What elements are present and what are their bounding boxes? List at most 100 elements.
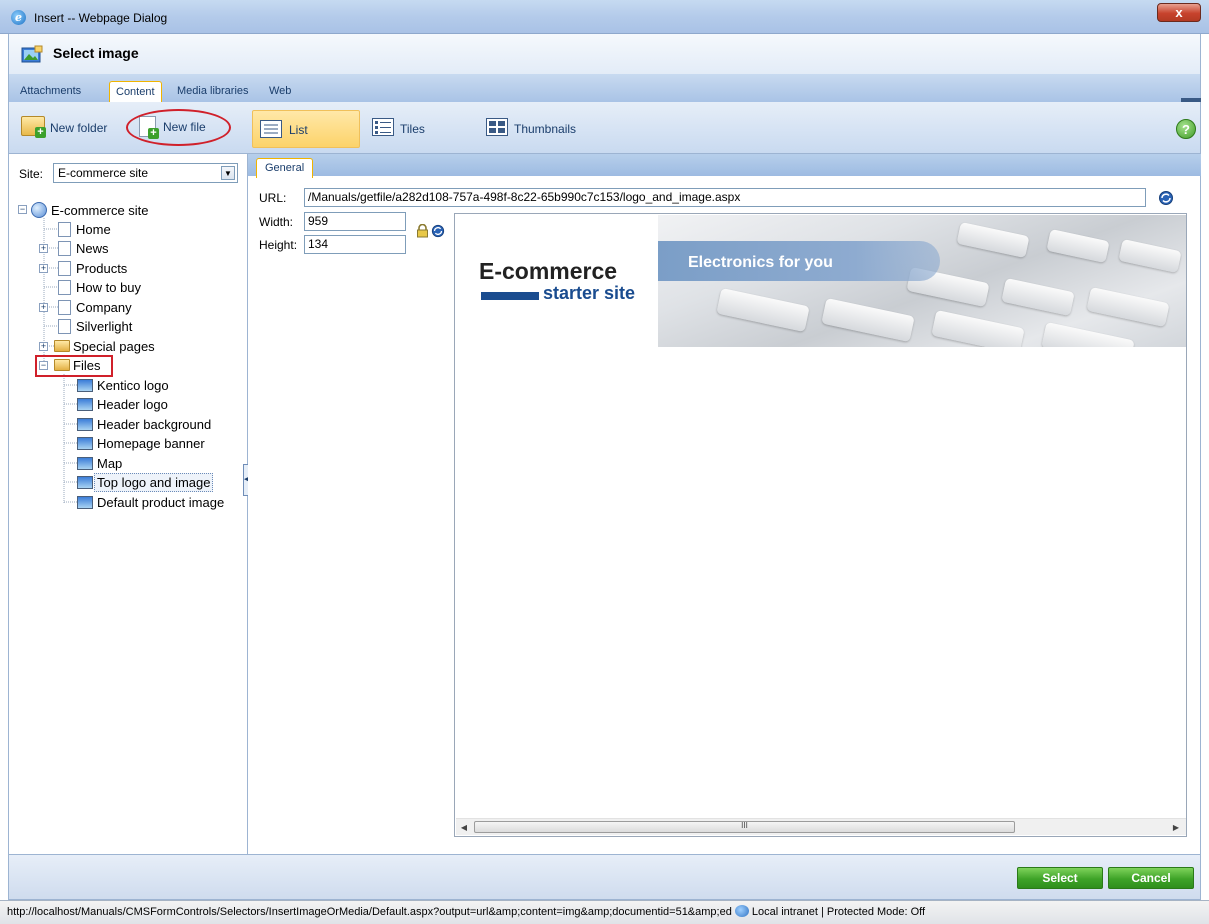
tree-file-label: Header background — [97, 417, 212, 432]
keyboard-key — [1041, 321, 1135, 347]
keyboard-key — [1001, 277, 1075, 317]
expand-icon[interactable]: + — [39, 264, 48, 273]
keyboard-key — [821, 297, 915, 343]
tab-web[interactable]: Web — [263, 81, 297, 102]
preview-banner-image: Electronics for you — [658, 215, 1186, 347]
preview-logo-subtitle: starter site — [543, 283, 636, 303]
tree-node-label: Products — [76, 261, 128, 276]
keyboard-key — [1086, 286, 1170, 328]
scroll-thumb[interactable]: III — [474, 821, 1015, 833]
keyboard-key — [1046, 229, 1110, 263]
view-tiles-button[interactable]: Tiles — [372, 118, 432, 140]
banner-text: Electronics for you — [688, 254, 833, 271]
page-icon — [58, 319, 71, 334]
keyboard-key — [716, 287, 810, 333]
tab-media-libraries[interactable]: Media libraries — [171, 81, 255, 102]
list-icon — [260, 120, 282, 138]
view-list-button[interactable]: List — [252, 110, 360, 148]
window-titlebar: e Insert -- Webpage Dialog x — [0, 0, 1209, 34]
status-zone: Local intranet | Protected Mode: Off — [751, 906, 926, 918]
plus-icon: + — [35, 127, 46, 138]
intranet-zone-icon — [734, 905, 749, 917]
properties-area: General URL: /Manuals/getfile/a282d108-7… — [248, 154, 1201, 854]
view-tiles-label: Tiles — [400, 122, 425, 136]
tab-bar: Attachments Content Media libraries Web — [8, 74, 1201, 102]
scroll-left-icon[interactable]: ◀ — [458, 822, 470, 833]
keyboard-key — [931, 309, 1025, 347]
dialog-header: Select image — [8, 34, 1201, 74]
tree-file-label: Default product image — [97, 495, 225, 510]
image-preview: E-commerce starter site Electronics for … — [454, 213, 1187, 837]
thumbnails-icon — [486, 118, 508, 136]
status-url: http://localhost/Manuals/CMSFormControls… — [7, 906, 732, 918]
tree-file-label-selected: Top logo and image — [94, 473, 214, 492]
url-label: URL: — [259, 191, 287, 205]
image-icon — [77, 496, 93, 509]
select-image-icon — [21, 45, 43, 63]
height-label: Height: — [259, 238, 298, 252]
image-icon — [77, 379, 93, 392]
url-input[interactable]: /Manuals/getfile/a282d108-757a-498f-8c22… — [304, 188, 1146, 207]
left-toolbar: + New folder + New file — [8, 102, 248, 154]
folder-icon — [54, 340, 70, 352]
annotation-circle — [126, 109, 231, 146]
image-icon — [77, 418, 93, 431]
tree-file-label: Homepage banner — [97, 436, 205, 451]
status-bar: http://localhost/Manuals/CMSFormControls… — [0, 900, 1209, 924]
tree-node-label: How to buy — [76, 280, 142, 295]
expand-icon[interactable]: + — [39, 303, 48, 312]
width-input[interactable]: 959 — [304, 212, 406, 231]
tree-file-label: Kentico logo — [97, 378, 169, 393]
view-toolbar: List Tiles Thumbnails ? — [248, 102, 1201, 154]
lock-icon[interactable] — [416, 224, 429, 238]
preview-logo-title: E-commerce — [479, 258, 618, 284]
refresh-url-icon[interactable] — [1158, 190, 1174, 206]
dialog-footer: Select Cancel — [8, 854, 1201, 900]
image-icon — [77, 457, 93, 470]
tree-file-label: Map — [97, 456, 123, 471]
page-icon — [58, 261, 71, 276]
expand-icon[interactable]: + — [39, 342, 48, 351]
scroll-right-icon[interactable]: ▶ — [1170, 822, 1182, 833]
tab-general[interactable]: General — [256, 158, 314, 178]
tab-content[interactable]: Content — [109, 81, 162, 102]
tree-node-label: Home — [76, 222, 111, 237]
horizontal-scrollbar[interactable]: ◀ III ▶ — [456, 818, 1186, 835]
tab-attachments[interactable]: Attachments — [14, 81, 87, 102]
page-icon — [58, 280, 71, 295]
keyboard-key — [1118, 239, 1182, 273]
tree-file-label: Header logo — [97, 397, 168, 412]
cancel-button[interactable]: Cancel — [1108, 867, 1194, 889]
preview-logo-bar — [481, 292, 539, 300]
tree-node-label: Silverlight — [76, 319, 133, 334]
tiles-icon — [372, 118, 394, 136]
view-thumbnails-label: Thumbnails — [514, 122, 577, 136]
select-button[interactable]: Select — [1017, 867, 1103, 889]
expand-icon[interactable]: + — [39, 244, 48, 253]
tree-node-label: News — [76, 241, 109, 256]
tree-node-label: Company — [76, 300, 132, 315]
height-input[interactable]: 134 — [304, 235, 406, 254]
image-icon — [77, 437, 93, 450]
keyboard-key — [956, 221, 1030, 259]
page-title: Select image — [53, 45, 139, 61]
annotation-box — [35, 355, 113, 377]
content-tree-pane: Site: E-commerce site ▼ − E-commerce sit… — [8, 154, 248, 854]
help-icon[interactable]: ? — [1176, 119, 1196, 139]
properties-tabstrip: General — [248, 154, 1201, 178]
tree-node-label: Special pages — [73, 339, 155, 354]
page-icon — [58, 241, 71, 256]
width-label: Width: — [259, 215, 294, 229]
page-icon — [58, 222, 71, 237]
page-icon — [58, 300, 71, 315]
window-title: Insert -- Webpage Dialog — [34, 11, 168, 25]
image-icon — [77, 476, 93, 489]
new-folder-button[interactable]: + New folder — [21, 116, 121, 140]
view-list-label: List — [289, 123, 308, 137]
new-folder-label: New folder — [50, 121, 108, 135]
refresh-size-icon[interactable] — [431, 224, 445, 238]
view-thumbnails-button[interactable]: Thumbnails — [486, 118, 586, 140]
ie-icon: e — [11, 10, 26, 25]
close-button[interactable]: x — [1157, 3, 1201, 22]
image-icon — [77, 398, 93, 411]
